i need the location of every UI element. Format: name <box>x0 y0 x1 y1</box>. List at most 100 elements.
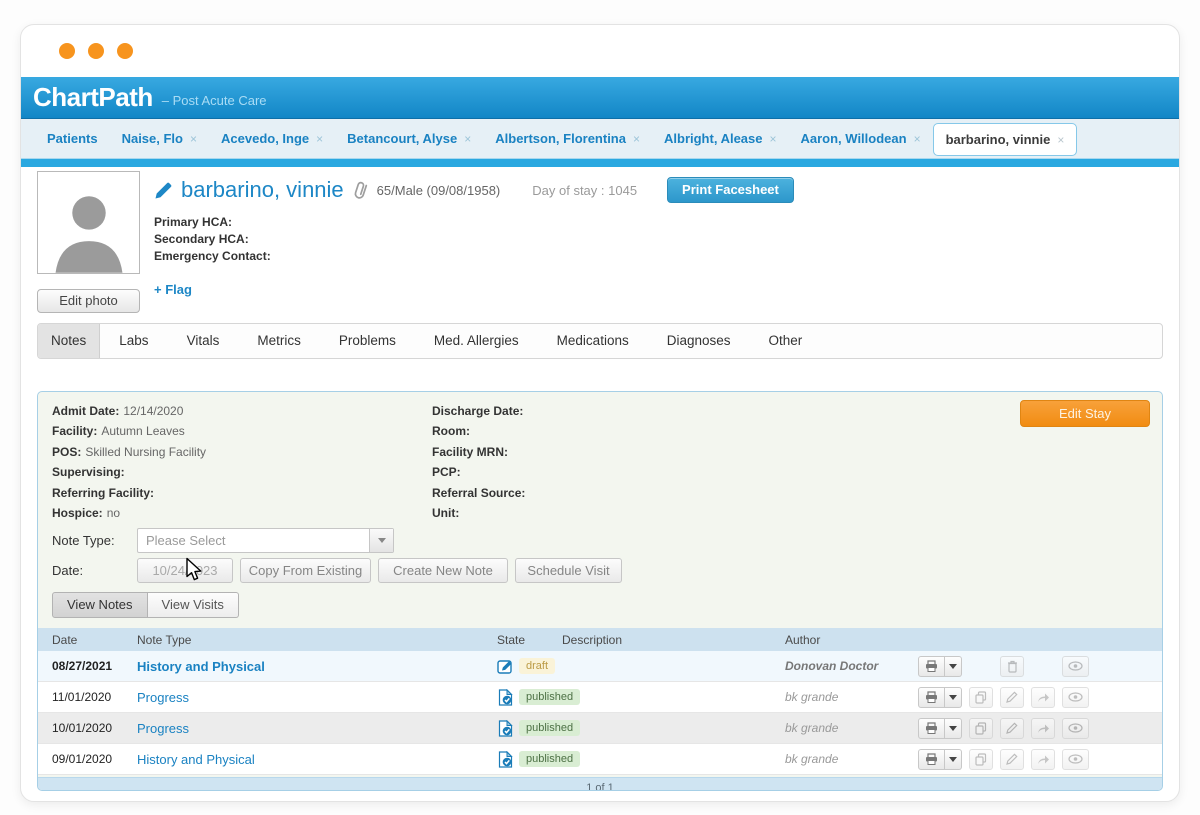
select-caret-button[interactable] <box>369 529 393 552</box>
page: ChartPath – Post Acute Care Patients Nai… <box>0 0 1200 815</box>
print-facesheet-button[interactable]: Print Facesheet <box>667 177 794 203</box>
patient-tab[interactable]: Aaron, Willodean × <box>789 119 933 159</box>
trash-icon <box>1007 660 1018 673</box>
note-type-select[interactable]: Please Select <box>137 528 394 553</box>
stay-info-right: Discharge Date: Room: Facility MRN: PCP:… <box>432 401 529 523</box>
eye-icon <box>1068 723 1083 733</box>
copy-note-button[interactable] <box>969 749 993 770</box>
window-titlebar <box>21 25 1179 77</box>
day-of-stay: Day of stay : 1045 <box>532 183 637 198</box>
chevron-down-icon <box>949 726 957 731</box>
tab-problems[interactable]: Problems <box>320 324 415 358</box>
print-split-button[interactable] <box>918 749 962 770</box>
patient-tab[interactable]: Albright, Alease × <box>652 119 789 159</box>
edit-note-button[interactable] <box>1000 718 1024 739</box>
view-toggle: View Notes View Visits <box>52 592 239 618</box>
print-split-button[interactable] <box>918 687 962 708</box>
app-window: ChartPath – Post Acute Care Patients Nai… <box>20 24 1180 802</box>
forward-note-button[interactable] <box>1031 687 1055 708</box>
secondary-hca-label: Secondary HCA: <box>154 231 794 248</box>
forward-note-button[interactable] <box>1031 718 1055 739</box>
tab-med-allergies[interactable]: Med. Allergies <box>415 324 538 358</box>
edit-note-button[interactable] <box>1000 749 1024 770</box>
print-options-caret[interactable] <box>945 718 962 739</box>
edit-photo-button[interactable]: Edit photo <box>37 289 140 313</box>
note-type-label: Note Type: <box>52 533 137 548</box>
window-control-dot[interactable] <box>59 43 75 59</box>
pagination-bar: 1 of 1 <box>38 777 1162 790</box>
note-link[interactable]: History and Physical <box>137 752 255 767</box>
published-note-icon <box>497 720 514 737</box>
note-link[interactable]: Progress <box>137 721 189 736</box>
print-icon[interactable] <box>918 749 945 770</box>
tab-diagnoses[interactable]: Diagnoses <box>648 324 750 358</box>
tab-notes[interactable]: Notes <box>38 324 100 358</box>
copy-from-existing-button[interactable]: Copy From Existing <box>240 558 371 583</box>
patient-tab[interactable]: Naise, Flo × <box>110 119 209 159</box>
state-badge: published <box>519 720 580 736</box>
close-icon[interactable]: × <box>769 132 776 146</box>
print-icon[interactable] <box>918 687 945 708</box>
print-options-caret[interactable] <box>945 749 962 770</box>
schedule-visit-button[interactable]: Schedule Visit <box>515 558 622 583</box>
brand-tagline: – Post Acute Care <box>162 93 267 108</box>
patient-tab[interactable]: Betancourt, Alyse × <box>335 119 483 159</box>
eye-icon <box>1068 754 1083 764</box>
tab-metrics[interactable]: Metrics <box>238 324 320 358</box>
delete-note-button[interactable] <box>1000 656 1024 677</box>
copy-note-button[interactable] <box>969 687 993 708</box>
tab-other[interactable]: Other <box>750 324 822 358</box>
patient-header: Edit photo barbarino, vinnie 65/Male (09… <box>21 167 1179 323</box>
view-note-button[interactable] <box>1062 656 1089 677</box>
patient-tab-active[interactable]: barbarino, vinnie × <box>933 123 1078 156</box>
close-icon[interactable]: × <box>316 132 323 146</box>
close-icon[interactable]: × <box>633 132 640 146</box>
note-link[interactable]: History and Physical <box>137 659 265 674</box>
edit-pencil-icon[interactable] <box>154 181 173 200</box>
close-icon[interactable]: × <box>190 132 197 146</box>
date-picker-button[interactable]: 10/24/2023 <box>137 558 233 583</box>
paperclip-icon[interactable] <box>349 177 372 202</box>
state-badge: published <box>519 751 580 767</box>
table-row: 10/01/2020 Progress published bk grande <box>38 713 1162 744</box>
note-link[interactable]: Progress <box>137 690 189 705</box>
close-icon[interactable]: × <box>464 132 471 146</box>
tab-labs[interactable]: Labs <box>100 324 167 358</box>
draft-note-icon <box>497 658 514 675</box>
copy-icon <box>975 722 987 735</box>
create-new-note-button[interactable]: Create New Note <box>378 558 508 583</box>
app-header: ChartPath – Post Acute Care <box>21 77 1179 119</box>
tab-vitals[interactable]: Vitals <box>168 324 239 358</box>
patient-tab[interactable]: Albertson, Florentina × <box>483 119 652 159</box>
view-visits-button[interactable]: View Visits <box>148 592 239 618</box>
window-control-dot[interactable] <box>88 43 104 59</box>
close-icon[interactable]: × <box>1057 133 1064 147</box>
print-split-button[interactable] <box>918 656 962 677</box>
copy-note-button[interactable] <box>969 718 993 739</box>
patient-tab[interactable]: Acevedo, Inge × <box>209 119 335 159</box>
window-control-dot[interactable] <box>117 43 133 59</box>
print-options-caret[interactable] <box>945 656 962 677</box>
patient-tab-patients[interactable]: Patients <box>35 119 110 159</box>
pencil-icon <box>1006 691 1018 703</box>
print-options-caret[interactable] <box>945 687 962 708</box>
print-split-button[interactable] <box>918 718 962 739</box>
chevron-down-icon <box>949 695 957 700</box>
view-note-button[interactable] <box>1062 687 1089 708</box>
chevron-down-icon <box>949 757 957 762</box>
copy-icon <box>975 753 987 766</box>
view-note-button[interactable] <box>1062 718 1089 739</box>
tab-medications[interactable]: Medications <box>538 324 648 358</box>
published-note-icon <box>497 751 514 768</box>
view-notes-button[interactable]: View Notes <box>52 592 148 618</box>
view-note-button[interactable] <box>1062 749 1089 770</box>
print-icon[interactable] <box>918 718 945 739</box>
add-flag-link[interactable]: + Flag <box>154 282 794 297</box>
pagination-text: 1 of 1 <box>586 779 614 790</box>
print-icon[interactable] <box>918 656 945 677</box>
forward-note-button[interactable] <box>1031 749 1055 770</box>
edit-note-button[interactable] <box>1000 687 1024 708</box>
notes-panel: Admit Date:12/14/2020 Facility:Autumn Le… <box>37 391 1163 791</box>
edit-stay-button[interactable]: Edit Stay <box>1020 400 1150 427</box>
close-icon[interactable]: × <box>914 132 921 146</box>
